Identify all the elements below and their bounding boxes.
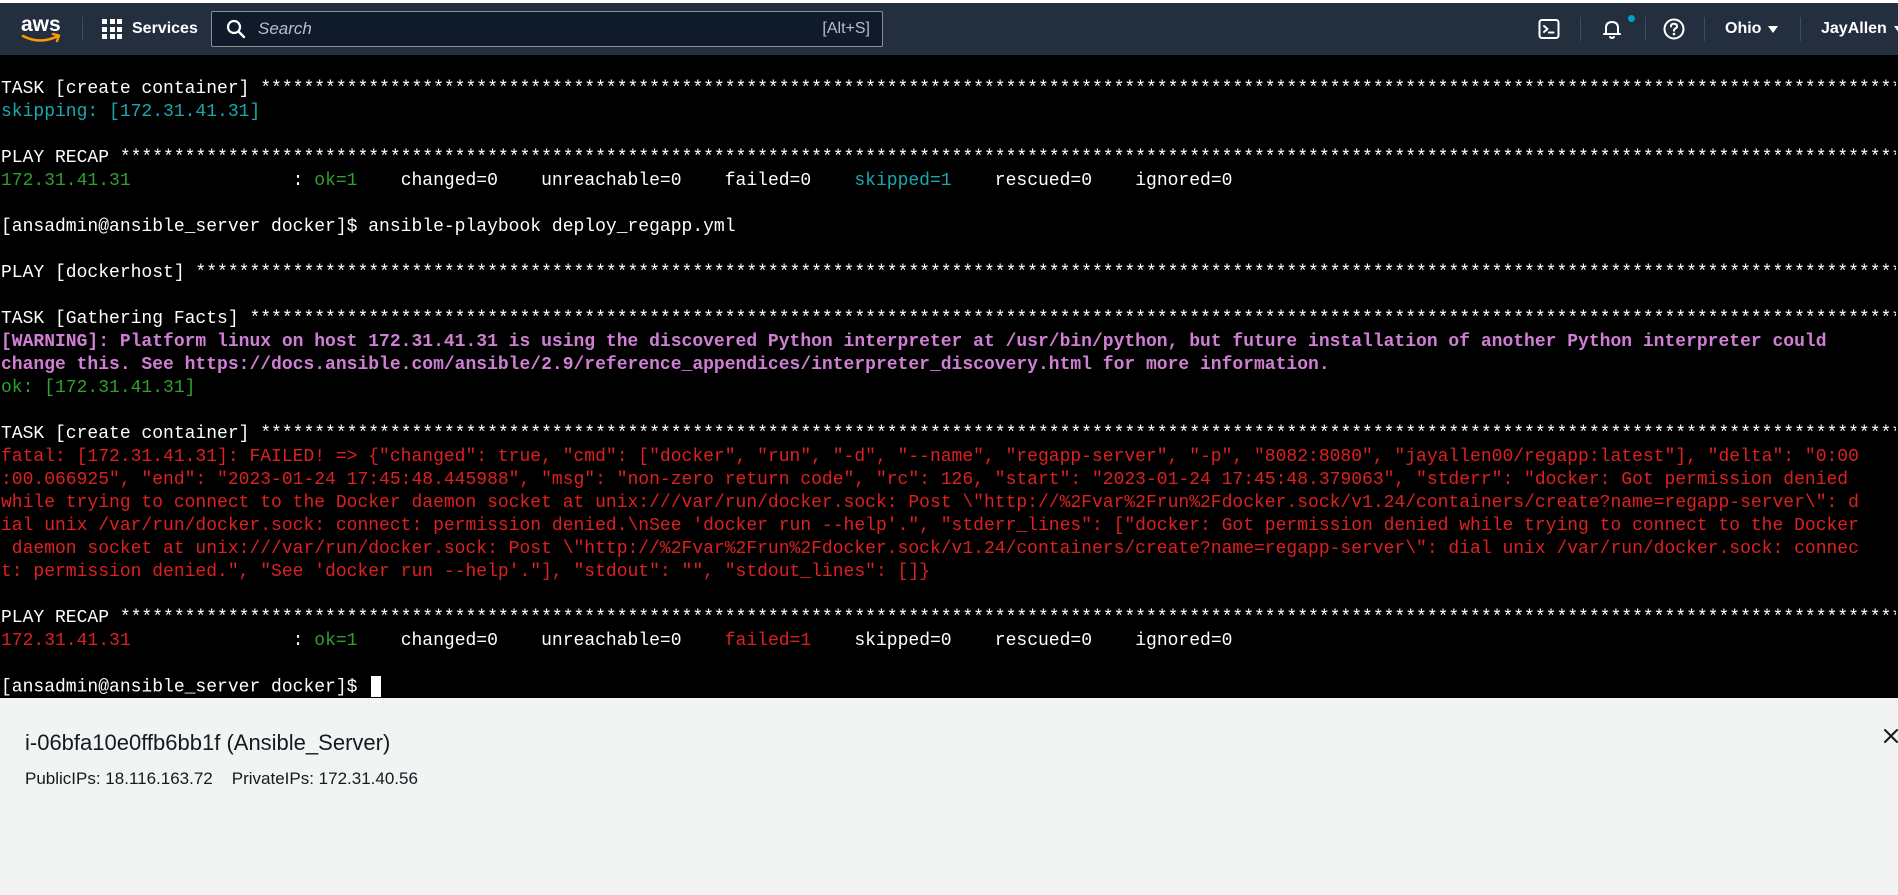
terminal-text-segment: PLAY RECAP *****************************… xyxy=(1,148,1896,168)
caret-down-icon xyxy=(1768,25,1779,33)
terminal-text-segment: failed=1 xyxy=(724,631,812,651)
terminal-text-segment: ok: [172.31.41.31] xyxy=(1,378,196,398)
terminal-line: fatal: [172.31.41.31]: FAILED! => {"chan… xyxy=(1,446,1896,469)
terminal-line: [ansadmin@ansible_server docker]$ ansibl… xyxy=(1,216,1896,239)
nav-divider xyxy=(1800,17,1801,41)
terminal-line: PLAY RECAP *****************************… xyxy=(1,147,1896,170)
terminal-line: PLAY [dockerhost] **********************… xyxy=(1,262,1896,285)
terminal-text-segment: skipping: [172.31.41.31] xyxy=(1,102,261,122)
terminal-text-segment: [ansadmin@ansible_server docker]$ ansibl… xyxy=(1,217,736,237)
terminal-line: t: permission denied.", "See 'docker run… xyxy=(1,561,1896,584)
terminal-text-segment: ial unix /var/run/docker.sock: connect: … xyxy=(1,516,1859,536)
terminal-text-segment: t: permission denied.", "See 'docker run… xyxy=(1,562,930,582)
close-icon[interactable] xyxy=(1880,725,1898,747)
account-username: JayAllen xyxy=(1821,20,1887,37)
terminal-text-segment: fatal: [172.31.41.31]: FAILED! => {"chan… xyxy=(1,447,1859,467)
terminal-text-segment: change this. See https://docs.ansible.co… xyxy=(1,355,1330,375)
terminal-text-segment: skipped=0 rescued=0 ignored=0 xyxy=(811,631,1233,651)
terminal-text-segment: TASK [create container] ****************… xyxy=(1,424,1896,444)
terminal-text-segment: skipped=1 xyxy=(854,171,952,191)
caret-down-icon xyxy=(1893,25,1898,33)
terminal-text-segment: :00.066925", "end": "2023-01-24 17:45:48… xyxy=(1,470,1849,490)
search-input[interactable] xyxy=(256,18,823,40)
terminal-line: TASK [Gathering Facts] *****************… xyxy=(1,308,1896,331)
terminal-text-segment: ok=1 xyxy=(314,631,358,651)
terminal-line: 172.31.41.31 : ok=1 changed=0 unreachabl… xyxy=(1,170,1896,193)
services-menu-button[interactable]: Services xyxy=(102,3,198,55)
terminal-line: daemon socket at unix:///var/run/docker.… xyxy=(1,538,1896,561)
terminal-line: skipping: [172.31.41.31] xyxy=(1,101,1896,124)
terminal-text-segment: [ansadmin@ansible_server docker]$ xyxy=(1,677,369,698)
nav-divider xyxy=(82,17,83,41)
terminal-cursor xyxy=(371,676,382,697)
instance-info-panel: i-06bfa10e0ffb6bb1f (Ansible_Server) Pub… xyxy=(0,698,1898,895)
terminal-text-segment: PLAY [dockerhost] **********************… xyxy=(1,263,1896,283)
terminal-text-segment: daemon socket at unix:///var/run/docker.… xyxy=(1,539,1859,559)
search-icon xyxy=(226,19,246,39)
nav-divider xyxy=(1704,17,1705,41)
nav-divider xyxy=(1645,17,1646,41)
terminal-text-segment: rescued=0 ignored=0 xyxy=(951,171,1233,191)
terminal-text-segment: 172.31.41.31 xyxy=(1,171,131,191)
terminal-text-segment: while trying to connect to the Docker da… xyxy=(1,493,1859,513)
help-icon[interactable] xyxy=(1662,17,1686,41)
terminal-line: 172.31.41.31 : ok=1 changed=0 unreachabl… xyxy=(1,630,1896,653)
public-ips: PublicIPs: 18.116.163.72 xyxy=(25,769,213,788)
grid-menu-icon xyxy=(102,19,122,39)
terminal-text-segment: 172.31.41.31 xyxy=(1,631,131,651)
search-bar[interactable]: [Alt+S] xyxy=(211,11,883,47)
terminal-text-segment: : xyxy=(130,171,315,191)
nav-divider xyxy=(1580,17,1581,41)
terminal-text-segment: changed=0 unreachable=0 failed=0 xyxy=(357,171,855,191)
terminal-line: ial unix /var/run/docker.sock: connect: … xyxy=(1,515,1896,538)
terminal-line: [WARNING]: Platform linux on host 172.31… xyxy=(1,331,1896,354)
account-menu[interactable]: JayAllen xyxy=(1821,3,1898,55)
search-shortcut-hint: [Alt+S] xyxy=(822,20,870,37)
terminal-line: [ansadmin@ansible_server docker]$ xyxy=(1,676,1896,698)
terminal-line: TASK [create container] ****************… xyxy=(1,423,1896,446)
terminal-line: PLAY RECAP *****************************… xyxy=(1,607,1896,630)
terminal-line: ok: [172.31.41.31] xyxy=(1,377,1896,400)
terminal-text-segment: ok=1 xyxy=(314,171,358,191)
terminal-text-segment: changed=0 unreachable=0 xyxy=(357,631,725,651)
region-selector[interactable]: Ohio xyxy=(1725,3,1779,55)
instance-ip-row: PublicIPs: 18.116.163.72 PrivateIPs: 172… xyxy=(25,769,418,789)
terminal-window[interactable]: TASK [create container] ****************… xyxy=(0,55,1898,698)
region-label: Ohio xyxy=(1725,20,1762,37)
terminal-text-segment: PLAY RECAP *****************************… xyxy=(1,608,1896,628)
terminal-line: while trying to connect to the Docker da… xyxy=(1,492,1896,515)
terminal-output: TASK [create container] ****************… xyxy=(1,78,1896,698)
terminal-line: :00.066925", "end": "2023-01-24 17:45:48… xyxy=(1,469,1896,492)
terminal-text-segment: : xyxy=(130,631,315,651)
terminal-text-segment: TASK [create container] ****************… xyxy=(1,79,1896,99)
terminal-line: change this. See https://docs.ansible.co… xyxy=(1,354,1896,377)
notification-indicator-dot xyxy=(1628,15,1635,22)
aws-top-navigation: aws Services [Alt+S] Ohio xyxy=(0,3,1898,55)
svg-text:aws: aws xyxy=(21,13,61,36)
terminal-line: TASK [create container] ****************… xyxy=(1,78,1896,101)
aws-logo[interactable]: aws xyxy=(20,12,64,46)
terminal-text-segment: TASK [Gathering Facts] *****************… xyxy=(1,309,1896,329)
bell-icon[interactable] xyxy=(1600,17,1624,41)
instance-id-title: i-06bfa10e0ffb6bb1f (Ansible_Server) xyxy=(25,730,391,755)
terminal-text-segment: [WARNING]: Platform linux on host 172.31… xyxy=(1,332,1827,352)
cloudshell-icon[interactable] xyxy=(1537,17,1561,41)
private-ips: PrivateIPs: 172.31.40.56 xyxy=(231,769,418,788)
services-label: Services xyxy=(132,20,198,37)
